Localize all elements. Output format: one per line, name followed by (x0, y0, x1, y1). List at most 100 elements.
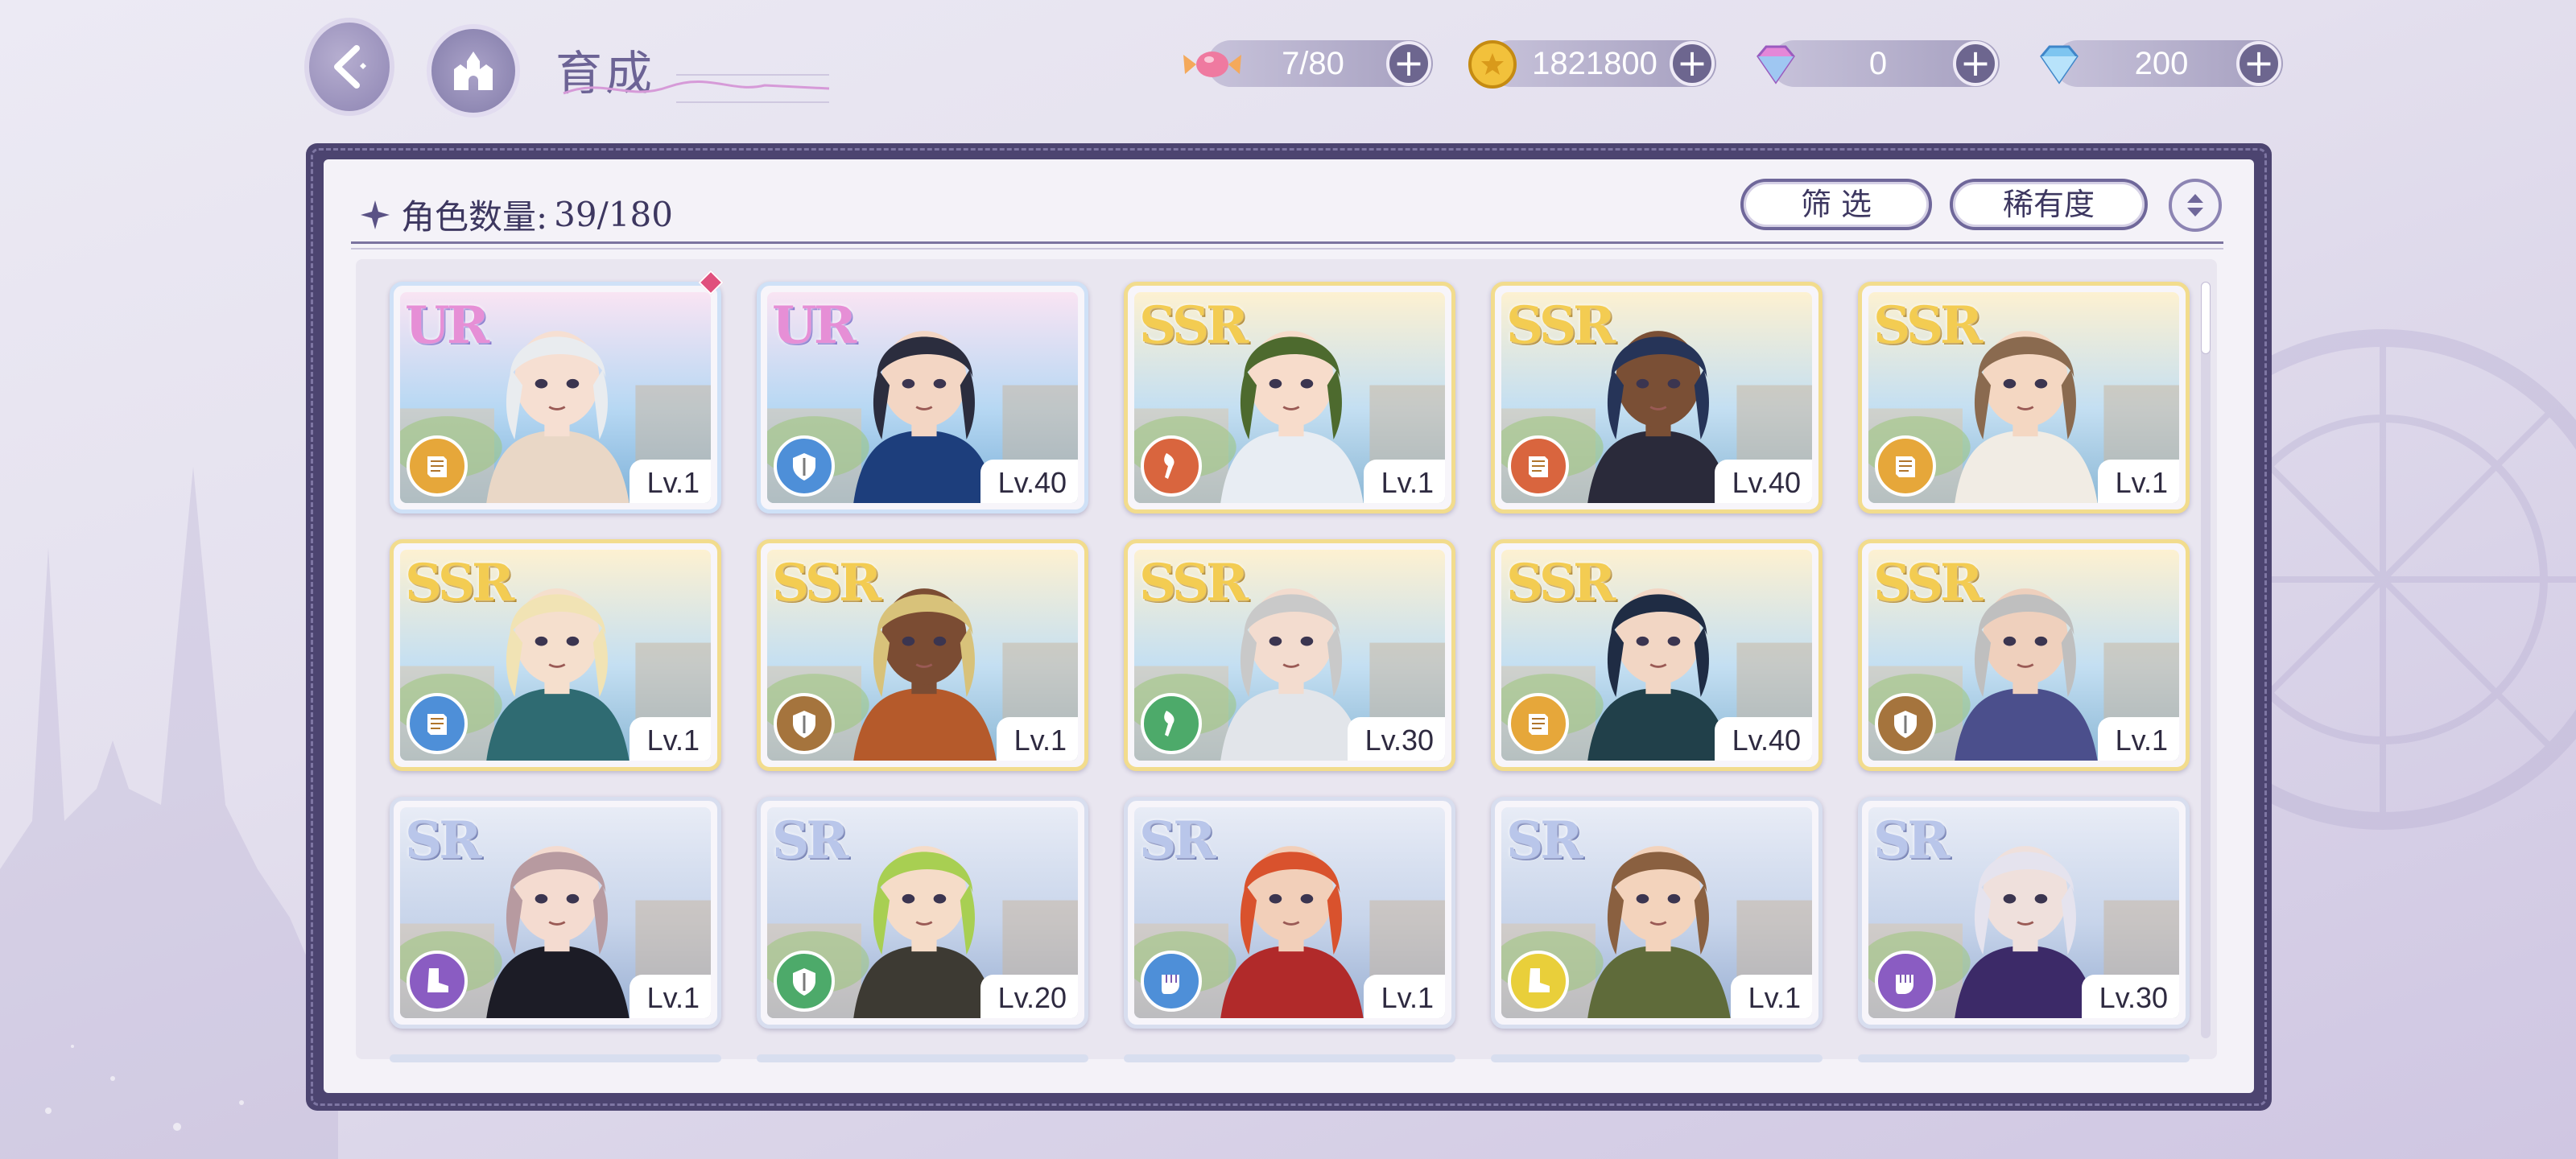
scrollbar[interactable] (2201, 282, 2211, 1038)
rarity-badge: SSR (1873, 553, 1983, 613)
level-label: Lv.40 (1714, 717, 1812, 761)
level-label: Lv.1 (629, 975, 711, 1018)
character-portrait: SR Lv.1 (1134, 807, 1445, 1018)
character-card[interactable]: SSR Lv.1 (1858, 539, 2190, 771)
sort-order-button[interactable] (2169, 179, 2222, 232)
character-card[interactable]: UR Lv.40 (757, 282, 1088, 514)
count-value: 39/180 (554, 195, 673, 234)
resource-coin: 1821800 + (1468, 40, 1716, 89)
chevron-left-icon (334, 45, 366, 89)
resource-diamond: 200 + (2040, 40, 2283, 87)
character-card-partial[interactable] (1124, 1054, 1455, 1062)
level-label: Lv.30 (1347, 717, 1445, 761)
home-button[interactable] (427, 24, 520, 118)
character-card[interactable]: SR Lv.1 (390, 797, 721, 1029)
role-badge (774, 435, 835, 497)
add-candy-button[interactable]: + (1386, 41, 1431, 86)
book-icon (1529, 714, 1548, 735)
fist-icon (1162, 975, 1179, 994)
level-label: Lv.40 (1714, 460, 1812, 503)
level-label: Lv.1 (629, 460, 711, 503)
shield-icon (793, 711, 815, 738)
character-card[interactable]: SR Lv.20 (757, 797, 1088, 1029)
rarity-badge: UR (772, 295, 857, 356)
title-signature-decoration (563, 74, 830, 103)
rarity-badge: SSR (405, 553, 514, 613)
character-card[interactable]: SSR Lv.40 (1491, 539, 1823, 771)
torch-icon (1164, 453, 1174, 479)
rarity-sort-button[interactable]: 稀有度 (1950, 179, 2148, 230)
rarity-badge: SSR (1139, 295, 1249, 356)
rarity-badge: UR (405, 295, 489, 356)
role-badge (1508, 693, 1569, 754)
level-label: Lv.1 (2097, 717, 2179, 761)
filter-button[interactable]: 筛 选 (1740, 179, 1932, 230)
coin-icon (1468, 40, 1517, 89)
level-label: Lv.40 (980, 460, 1078, 503)
character-portrait: UR Lv.1 (400, 292, 711, 503)
character-card[interactable]: SSR Lv.30 (1124, 539, 1455, 771)
shield-icon (793, 968, 815, 996)
level-label: Lv.1 (1363, 460, 1445, 503)
blue-diamond-icon (2040, 45, 2079, 85)
role-badge (1141, 951, 1202, 1012)
resource-candy: 7/80 + (1183, 40, 1433, 87)
role-badge (407, 693, 468, 754)
pink-gem-icon (1757, 45, 1795, 85)
rarity-badge: SR (1506, 810, 1583, 871)
character-card[interactable]: SSR Lv.1 (1124, 282, 1455, 514)
rarity-badge: SR (1139, 810, 1216, 871)
castle-icon (454, 52, 493, 90)
character-card[interactable]: SSR Lv.40 (1491, 282, 1823, 514)
torch-icon (1164, 711, 1174, 736)
character-card[interactable]: SR Lv.1 (1491, 797, 1823, 1029)
character-portrait: SR Lv.30 (1868, 807, 2179, 1018)
character-portrait: SR Lv.1 (400, 807, 711, 1018)
character-portrait: SSR Lv.1 (767, 550, 1078, 761)
character-card-partial[interactable] (1491, 1054, 1823, 1062)
character-card[interactable]: SSR Lv.1 (757, 539, 1088, 771)
character-card-partial[interactable] (1858, 1054, 2190, 1062)
character-portrait: SSR Lv.30 (1134, 550, 1445, 761)
level-label: Lv.1 (996, 717, 1078, 761)
role-badge (1141, 693, 1202, 754)
rarity-badge: SSR (1506, 295, 1616, 356)
level-label: Lv.1 (2097, 460, 2179, 503)
add-coin-button[interactable]: + (1670, 41, 1715, 86)
scroll-thumb[interactable] (2201, 282, 2211, 354)
character-card[interactable]: UR Lv.1 (390, 282, 721, 514)
add-diamond-button[interactable]: + (2236, 41, 2281, 86)
shield-icon (1894, 711, 1917, 738)
character-card-partial[interactable] (757, 1054, 1088, 1062)
character-card[interactable]: SR Lv.30 (1858, 797, 2190, 1029)
candy-icon (1183, 52, 1241, 77)
rarity-badge: SR (772, 810, 848, 871)
level-label: Lv.30 (2081, 975, 2179, 1018)
character-count: 角色数量: 39/180 (359, 190, 673, 239)
book-icon (1529, 456, 1548, 477)
character-portrait: SSR Lv.40 (1501, 292, 1812, 503)
role-badge (1875, 693, 1936, 754)
character-card[interactable]: SSR Lv.1 (1858, 282, 2190, 514)
sort-arrows-icon (2187, 194, 2203, 217)
character-card[interactable]: SSR Lv.1 (390, 539, 721, 771)
back-button[interactable] (304, 18, 394, 116)
boot-icon (427, 968, 448, 992)
book-icon (427, 714, 447, 735)
boot-icon (1529, 968, 1550, 992)
character-card[interactable]: SR Lv.1 (1124, 797, 1455, 1029)
rarity-badge: SR (405, 810, 481, 871)
character-portrait: SSR Lv.40 (1501, 550, 1812, 761)
rarity-badge: SSR (1873, 295, 1983, 356)
fist-icon (1896, 975, 1913, 994)
divider (351, 241, 2223, 250)
rarity-badge: SSR (1139, 553, 1249, 613)
level-label: Lv.20 (980, 975, 1078, 1018)
character-card-partial[interactable] (390, 1054, 721, 1062)
character-portrait: UR Lv.40 (767, 292, 1078, 503)
rarity-badge: SR (1873, 810, 1950, 871)
level-label: Lv.1 (1363, 975, 1445, 1018)
role-badge (774, 693, 835, 754)
rarity-badge: SSR (1506, 553, 1616, 613)
add-pink-gem-button[interactable]: + (1953, 41, 1998, 86)
